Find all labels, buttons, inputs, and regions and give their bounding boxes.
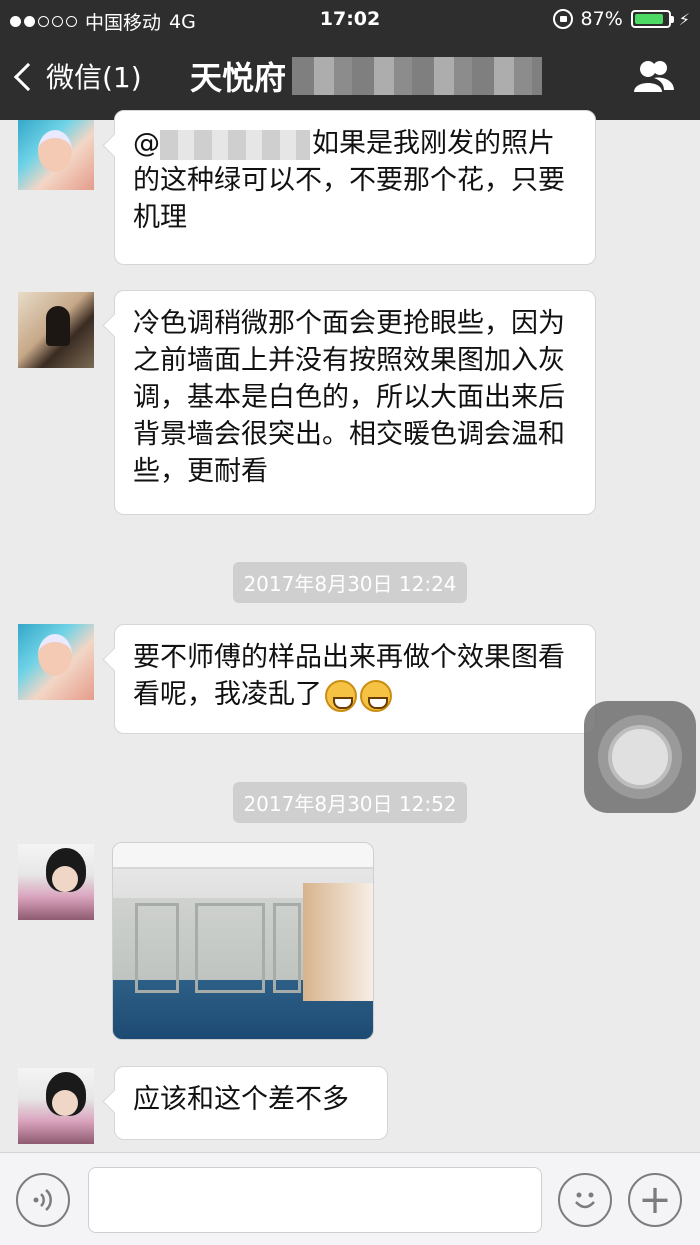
status-bar: 中国移动 4G 17:02 87% ⚡ (0, 0, 700, 38)
chat-input-bar: + (0, 1152, 700, 1245)
grin-emoji-icon (360, 679, 392, 712)
charging-icon: ⚡ (678, 9, 690, 29)
girl-avatar[interactable] (18, 1068, 94, 1144)
message-bubble[interactable]: 要不师傅的样品出来再做个效果图看看呢，我凌乱了 (114, 624, 596, 734)
back-button[interactable]: 微信(1) (13, 56, 142, 96)
message-text: 冷色调稍微那个面会更抢眼些，因为之前墙面上并没有按照效果图加入灰调，基本是白色的… (133, 308, 565, 487)
top-bar: 中国移动 4G 17:02 87% ⚡ 微信(1) 天悦府 (0, 0, 700, 120)
message-bubble[interactable]: 冷色调稍微那个面会更抢眼些，因为之前墙面上并没有按照效果图加入灰调，基本是白色的… (114, 290, 596, 515)
photo-wall-panel (273, 903, 301, 993)
chevron-left-icon (13, 62, 43, 92)
timestamp: 2017年8月30日 12:52 (0, 782, 700, 823)
timestamp-text: 2017年8月30日 12:52 (233, 782, 467, 823)
photo-wall-panel (195, 903, 265, 993)
navigation-bar: 微信(1) 天悦府 (0, 38, 700, 120)
redacted-title-blur (292, 57, 543, 95)
plus-icon: + (638, 1177, 672, 1223)
emoji-icon (575, 1192, 595, 1209)
timestamp-text: 2017年8月30日 12:24 (233, 562, 467, 603)
baby-avatar[interactable] (18, 624, 94, 700)
emoji-button[interactable] (558, 1173, 612, 1227)
message-bubble[interactable]: @ 如果是我刚发的照片的这种绿可以不，不要那个花，只要机理 (114, 110, 596, 265)
message-text: 应该和这个差不多 (133, 1084, 349, 1115)
status-right: 87% ⚡ (552, 8, 690, 30)
grin-emoji-icon (325, 679, 357, 712)
message-bubble[interactable]: 应该和这个差不多 (114, 1066, 388, 1140)
room-photo[interactable] (112, 842, 374, 1040)
back-label: 微信(1) (46, 61, 142, 94)
photo-window (303, 883, 373, 1001)
photo-wall-panel (135, 903, 179, 993)
voice-icon (33, 1189, 52, 1211)
chat-title-text: 天悦府 (190, 59, 287, 97)
orientation-lock-icon (552, 9, 573, 29)
battery-percent: 87% (580, 8, 623, 30)
message-input[interactable] (88, 1167, 542, 1233)
group-members-icon[interactable] (632, 58, 676, 94)
voice-input-button[interactable] (16, 1173, 70, 1227)
baby-avatar[interactable] (18, 120, 94, 190)
timestamp: 2017年8月30日 12:24 (0, 562, 700, 603)
battery-icon (630, 10, 674, 28)
chat-title: 天悦府 (190, 53, 543, 99)
woman-avatar[interactable] (18, 292, 94, 368)
more-options-button[interactable]: + (628, 1173, 682, 1227)
redacted-name-blur (160, 129, 310, 160)
assistive-touch-core (608, 725, 672, 789)
battery-fill (634, 14, 663, 24)
photo-ceiling (113, 843, 373, 869)
mention-prefix: @ (133, 128, 160, 159)
girl-avatar[interactable] (18, 844, 94, 920)
